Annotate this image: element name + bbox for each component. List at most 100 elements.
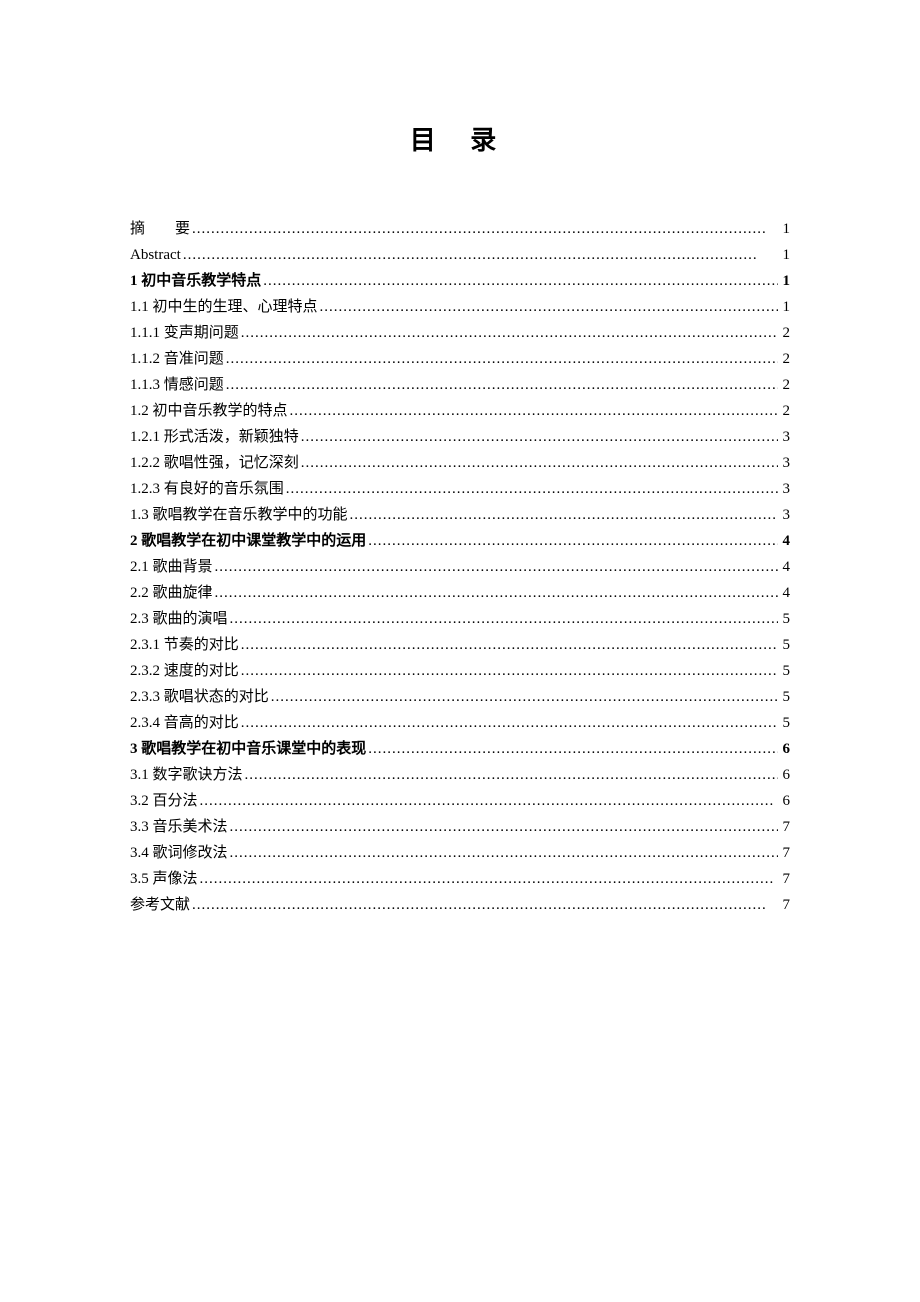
toc-entry-page: 5 xyxy=(778,659,790,683)
toc-entry-label: 1.3 歌唱教学在音乐教学中的功能 xyxy=(130,503,348,527)
toc-entry-label: 3.4 歌词修改法 xyxy=(130,841,228,865)
toc-leader-dots xyxy=(224,373,778,397)
toc-entry-label: 参考文献 xyxy=(130,893,190,917)
toc-entry-page: 5 xyxy=(778,711,790,735)
toc-entry-label: 3 歌唱教学在初中音乐课堂中的表现 xyxy=(130,737,366,761)
toc-entry: 2 歌唱教学在初中课堂教学中的运用 4 xyxy=(130,529,790,553)
toc-entry-label: 1.2.1 形式活泼，新颖独特 xyxy=(130,425,299,449)
toc-leader-dots xyxy=(239,321,778,345)
toc-entry: 1.3 歌唱教学在音乐教学中的功能 3 xyxy=(130,503,790,527)
toc-entry: 2.3.2 速度的对比 5 xyxy=(130,659,790,683)
toc-entry-label: 1.2 初中音乐教学的特点 xyxy=(130,399,288,423)
toc-entry: 参考文献 7 xyxy=(130,893,790,917)
toc-entry-label: 1.2.2 歌唱性强，记忆深刻 xyxy=(130,451,299,475)
toc-leader-dots xyxy=(269,685,778,709)
toc-entry: 1.2.2 歌唱性强，记忆深刻 3 xyxy=(130,451,790,475)
toc-leader-dots xyxy=(318,295,778,319)
toc-entry-page: 1 xyxy=(778,269,790,293)
toc-entry-label: Abstract xyxy=(130,243,181,267)
toc-leader-dots xyxy=(284,477,778,501)
toc-entry: 1 初中音乐教学特点 1 xyxy=(130,269,790,293)
toc-entry-page: 1 xyxy=(778,217,790,241)
table-of-contents: 摘 要1Abstract11 初中音乐教学特点11.1 初中生的生理、心理特点1… xyxy=(130,217,790,917)
toc-entry-page: 6 xyxy=(778,789,790,813)
toc-entry: 3.1 数字歌诀方法 6 xyxy=(130,763,790,787)
toc-entry-label: 2.1 歌曲背景 xyxy=(130,555,213,579)
toc-leader-dots xyxy=(213,581,778,605)
toc-leader-dots xyxy=(239,633,778,657)
toc-entry: 2.2 歌曲旋律 4 xyxy=(130,581,790,605)
toc-entry: 3.2 百分法 6 xyxy=(130,789,790,813)
toc-entry-label: 2.3.1 节奏的对比 xyxy=(130,633,239,657)
toc-entry: 2.1 歌曲背景 4 xyxy=(130,555,790,579)
toc-entry-label: 3.1 数字歌诀方法 xyxy=(130,763,243,787)
toc-entry-label: 3.2 百分法 xyxy=(130,789,198,813)
toc-entry-label: 1.1.2 音准问题 xyxy=(130,347,224,371)
toc-entry: 1.1.3 情感问题 2 xyxy=(130,373,790,397)
toc-entry-label: 2.3.4 音高的对比 xyxy=(130,711,239,735)
toc-entry-page: 7 xyxy=(778,893,790,917)
toc-entry-label: 2.2 歌曲旋律 xyxy=(130,581,213,605)
toc-leader-dots xyxy=(190,217,778,241)
toc-leader-dots xyxy=(239,659,778,683)
toc-entry-page: 3 xyxy=(778,477,790,501)
toc-entry-label: 摘 要 xyxy=(130,217,190,241)
toc-entry-label: 2.3 歌曲的演唱 xyxy=(130,607,228,631)
toc-entry-page: 6 xyxy=(778,763,790,787)
toc-leader-dots xyxy=(239,711,778,735)
toc-entry-label: 1.2.3 有良好的音乐氛围 xyxy=(130,477,284,501)
toc-leader-dots xyxy=(198,867,778,891)
toc-entry: 3 歌唱教学在初中音乐课堂中的表现 6 xyxy=(130,737,790,761)
toc-entry: 2.3.3 歌唱状态的对比 5 xyxy=(130,685,790,709)
toc-leader-dots xyxy=(366,529,778,553)
toc-entry-label: 1.1.3 情感问题 xyxy=(130,373,224,397)
toc-entry-page: 3 xyxy=(778,451,790,475)
toc-entry-page: 4 xyxy=(778,581,790,605)
toc-entry-page: 2 xyxy=(778,321,790,345)
toc-entry-label: 3.3 音乐美术法 xyxy=(130,815,228,839)
toc-entry-label: 1.1.1 变声期问题 xyxy=(130,321,239,345)
toc-entry: 2.3 歌曲的演唱 5 xyxy=(130,607,790,631)
toc-entry-page: 4 xyxy=(778,529,790,553)
toc-leader-dots xyxy=(261,269,778,293)
toc-leader-dots xyxy=(224,347,778,371)
toc-entry-label: 1 初中音乐教学特点 xyxy=(130,269,261,293)
toc-entry: 2.3.1 节奏的对比 5 xyxy=(130,633,790,657)
toc-entry: 3.5 声像法7 xyxy=(130,867,790,891)
toc-entry-page: 5 xyxy=(778,607,790,631)
toc-leader-dots xyxy=(366,737,778,761)
toc-entry: 3.4 歌词修改法 7 xyxy=(130,841,790,865)
toc-entry: 1.1.1 变声期问题 2 xyxy=(130,321,790,345)
toc-entry-page: 2 xyxy=(778,347,790,371)
toc-entry: 1.1 初中生的生理、心理特点 1 xyxy=(130,295,790,319)
toc-entry-page: 4 xyxy=(778,555,790,579)
toc-leader-dots xyxy=(228,815,778,839)
toc-leader-dots xyxy=(348,503,778,527)
toc-entry-page: 6 xyxy=(778,737,790,761)
toc-entry-page: 3 xyxy=(778,425,790,449)
toc-entry-label: 2 歌唱教学在初中课堂教学中的运用 xyxy=(130,529,366,553)
toc-leader-dots xyxy=(181,243,778,267)
toc-entry: 1.2.3 有良好的音乐氛围 3 xyxy=(130,477,790,501)
toc-entry-page: 5 xyxy=(778,633,790,657)
toc-entry: 1.2 初中音乐教学的特点2 xyxy=(130,399,790,423)
toc-entry: 摘 要 1 xyxy=(130,217,790,241)
toc-entry-page: 2 xyxy=(778,373,790,397)
toc-leader-dots xyxy=(299,425,778,449)
toc-entry-page: 5 xyxy=(778,685,790,709)
toc-entry: 1.2.1 形式活泼，新颖独特 3 xyxy=(130,425,790,449)
toc-leader-dots xyxy=(228,841,778,865)
toc-leader-dots xyxy=(198,789,778,813)
toc-entry: 2.3.4 音高的对比 5 xyxy=(130,711,790,735)
toc-entry-label: 2.3.3 歌唱状态的对比 xyxy=(130,685,269,709)
toc-leader-dots xyxy=(213,555,778,579)
toc-entry-page: 7 xyxy=(778,815,790,839)
toc-entry-label: 1.1 初中生的生理、心理特点 xyxy=(130,295,318,319)
toc-entry-page: 7 xyxy=(778,841,790,865)
toc-entry-page: 3 xyxy=(778,503,790,527)
toc-entry-page: 1 xyxy=(778,243,790,267)
toc-entry: 3.3 音乐美术法 7 xyxy=(130,815,790,839)
toc-entry-page: 1 xyxy=(778,295,790,319)
toc-entry-page: 7 xyxy=(778,867,790,891)
toc-leader-dots xyxy=(243,763,778,787)
